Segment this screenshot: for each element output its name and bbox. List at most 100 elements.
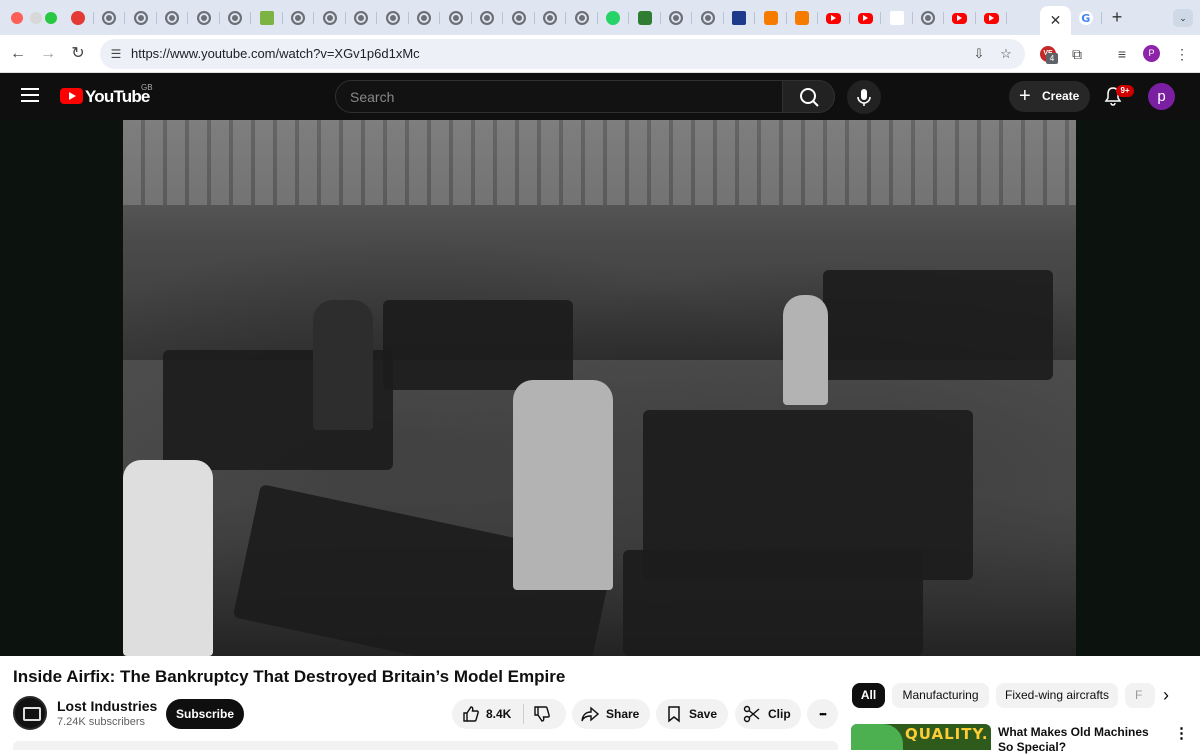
browser-tab[interactable] — [440, 6, 472, 30]
browser-tab[interactable] — [787, 6, 819, 30]
youtube-icon — [952, 12, 968, 24]
reading-list-icon[interactable]: ≡ — [1112, 44, 1132, 64]
browser-tab[interactable] — [755, 6, 787, 30]
chip-manufacturing[interactable]: Manufacturing — [892, 683, 989, 708]
browser-tab[interactable] — [283, 6, 315, 30]
browser-tab[interactable] — [629, 6, 661, 30]
globe-icon — [511, 11, 526, 25]
related-more-icon[interactable]: ⋮ — [1174, 725, 1189, 743]
green-search-icon — [637, 11, 652, 25]
globe-icon — [574, 11, 589, 25]
browser-tab[interactable] — [94, 6, 126, 30]
browser-tab[interactable] — [976, 6, 1008, 30]
chip-all[interactable]: All — [852, 683, 885, 708]
green-app-icon — [259, 11, 274, 25]
share-label: Share — [606, 707, 640, 721]
tab-search-button[interactable]: ⌄ — [1173, 9, 1193, 27]
menu-icon[interactable] — [21, 88, 39, 102]
thumbs-down-icon[interactable] — [533, 705, 551, 723]
globe-icon — [133, 11, 148, 25]
share-button[interactable]: Share — [572, 699, 650, 729]
worker-figure — [513, 380, 613, 590]
close-icon[interactable]: ✕ — [1050, 12, 1062, 29]
create-button[interactable]: + Create — [1009, 81, 1090, 112]
factory-roof-shape — [123, 120, 1076, 205]
browser-tab[interactable] — [62, 6, 94, 30]
related-thumbnail[interactable]: QUALITY. — [851, 724, 991, 750]
browser-tab[interactable] — [818, 6, 850, 30]
back-icon[interactable]: ← — [8, 44, 28, 64]
related-video-title[interactable]: What Makes Old Machines So Special? — [998, 725, 1163, 755]
video-player[interactable] — [123, 120, 1076, 656]
browser-tab[interactable] — [881, 6, 913, 30]
youtube-logo-icon[interactable] — [60, 88, 83, 104]
browser-tab[interactable] — [598, 6, 630, 30]
orange-app-icon — [763, 11, 778, 25]
save-button[interactable]: Save — [656, 699, 728, 729]
address-bar[interactable]: ☰ https://www.youtube.com/watch?v=XGv1p6… — [100, 39, 1025, 69]
browser-tab[interactable] — [850, 6, 882, 30]
globe-icon — [291, 11, 306, 25]
browser-menu-icon[interactable]: ⋮ — [1172, 44, 1192, 64]
subscribe-button[interactable]: Subscribe — [166, 699, 244, 729]
browser-tab[interactable] — [724, 6, 756, 30]
browser-tab[interactable] — [566, 6, 598, 30]
channel-avatar[interactable] — [13, 696, 47, 730]
browser-tab[interactable] — [220, 6, 252, 30]
active-tab[interactable]: ✕ — [1040, 6, 1071, 35]
thumbs-up-icon[interactable] — [462, 705, 480, 723]
channel-name[interactable]: Lost Industries — [57, 698, 157, 714]
browser-tab[interactable] — [503, 6, 535, 30]
create-label: Create — [1042, 89, 1080, 103]
description-box[interactable] — [13, 741, 838, 750]
worker-figure — [123, 460, 213, 656]
close-window-button[interactable] — [11, 12, 23, 24]
machine-shape — [383, 300, 573, 390]
browser-tab[interactable] — [251, 6, 283, 30]
browser-tab[interactable] — [535, 6, 567, 30]
chip-fixed-wing-aircrafts[interactable]: Fixed-wing aircrafts — [996, 683, 1118, 708]
reload-icon[interactable]: ↻ — [68, 44, 88, 64]
browser-tab[interactable] — [944, 6, 976, 30]
url-text[interactable]: https://www.youtube.com/watch?v=XGv1p6d1… — [131, 46, 420, 61]
browser-tab[interactable] — [157, 6, 189, 30]
browser-tab[interactable] — [661, 6, 693, 30]
extensions-icon[interactable]: ⧉ — [1067, 44, 1087, 64]
clip-button[interactable]: Clip — [735, 699, 801, 729]
globe-icon — [385, 11, 400, 25]
browser-tab[interactable] — [377, 6, 409, 30]
like-count[interactable]: 8.4K — [486, 699, 511, 729]
heart-icon — [70, 11, 85, 25]
browser-tab[interactable] — [314, 6, 346, 30]
browser-tab[interactable] — [188, 6, 220, 30]
worker-figure — [783, 295, 828, 405]
voice-search-button[interactable] — [847, 80, 881, 114]
browser-tab[interactable] — [692, 6, 724, 30]
minimize-window-button[interactable] — [30, 12, 42, 24]
site-settings-icon[interactable]: ☰ — [108, 46, 124, 62]
browser-profile-avatar[interactable]: P — [1143, 45, 1160, 62]
flag-icon — [732, 11, 747, 25]
chevron-right-icon[interactable]: › — [1155, 683, 1177, 708]
tab-google[interactable]: G — [1070, 6, 1102, 30]
browser-tab[interactable] — [472, 6, 504, 30]
new-tab-button[interactable]: + — [1108, 7, 1126, 27]
youtube-logo-text[interactable]: YouTube — [85, 87, 150, 107]
notification-count-badge: 9+ — [1116, 85, 1134, 97]
install-app-icon[interactable]: ⇩ — [970, 45, 988, 63]
browser-tab[interactable] — [346, 6, 378, 30]
browser-tab[interactable] — [913, 6, 945, 30]
more-actions-button[interactable]: ••• — [807, 699, 838, 729]
account-avatar[interactable]: p — [1148, 83, 1175, 110]
chip-truncated[interactable]: F — [1125, 683, 1155, 708]
browser-tab[interactable] — [125, 6, 157, 30]
like-dislike-group: 8.4K — [452, 699, 566, 729]
bookmark-star-icon[interactable]: ☆ — [997, 45, 1015, 63]
search-icon — [800, 88, 819, 107]
search-button[interactable] — [782, 80, 835, 113]
search-input[interactable] — [350, 88, 770, 106]
zoom-window-button[interactable] — [45, 12, 57, 24]
forward-icon[interactable]: → — [38, 44, 58, 64]
browser-tab[interactable] — [409, 6, 441, 30]
globe-icon — [354, 11, 369, 25]
